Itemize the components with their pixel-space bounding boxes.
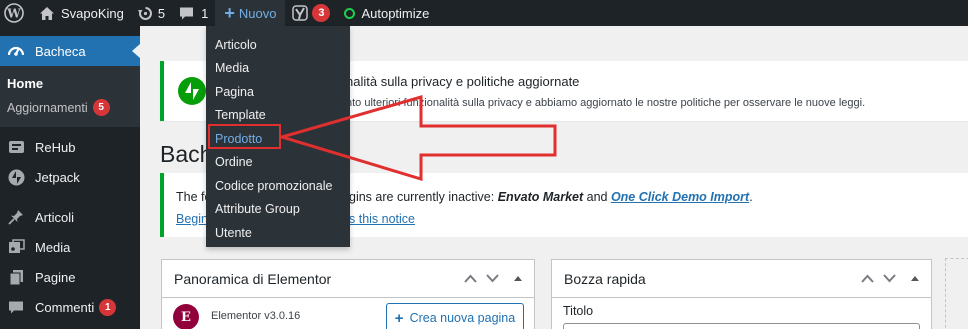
jetpack-logo-icon: [178, 77, 206, 105]
dashboard-icon: [6, 41, 26, 61]
submenu-updates[interactable]: Aggiornamenti 5: [0, 95, 140, 120]
updates-icon: [137, 6, 153, 21]
submenu-label: Aggiornamenti: [7, 100, 88, 115]
new-item-media[interactable]: Media: [206, 57, 350, 81]
toggle-panel-icon[interactable]: [514, 276, 522, 281]
comments-badge: 1: [99, 298, 117, 316]
dismiss-notice-link[interactable]: s this notice: [349, 212, 415, 226]
menu-item-label: Articolo: [215, 37, 257, 52]
admin-sidebar: Bacheca Home Aggiornamenti 5 ReHub Jetpa…: [0, 26, 140, 329]
new-content-label: Nuovo: [238, 5, 277, 21]
comments-count: 1: [201, 5, 209, 21]
site-name: SvapoKing: [61, 5, 124, 21]
jetpack-icon: [6, 167, 26, 187]
empty-drop-zone: [945, 258, 968, 329]
submenu-home[interactable]: Home: [0, 72, 140, 95]
title-input[interactable]: [563, 323, 920, 329]
new-item-articolo[interactable]: Articolo: [206, 33, 350, 57]
updates-badge: 5: [92, 99, 110, 116]
new-item-utente[interactable]: Utente: [206, 221, 350, 245]
move-down-icon[interactable]: [486, 274, 499, 283]
elementor-overview-box: Panoramica di Elementor E Elementor v3.0…: [161, 259, 535, 329]
updates-menu[interactable]: 5: [131, 0, 172, 26]
wordpress-logo-icon[interactable]: W: [0, 0, 32, 26]
sidebar-item-label: Pagine: [35, 269, 76, 285]
sidebar-item-articoli[interactable]: Articoli: [0, 202, 140, 232]
move-up-icon[interactable]: [861, 274, 874, 283]
media-icon: [6, 237, 26, 257]
menu-item-label: Media: [215, 61, 250, 76]
sidebar-item-label: ReHub: [35, 139, 76, 155]
autoptimize-label: Autoptimize: [361, 5, 430, 21]
postbox-title: Bozza rapida: [564, 270, 646, 287]
comment-icon: [179, 6, 194, 21]
sidebar-item-bacheca[interactable]: Bacheca: [0, 36, 140, 66]
updates-count: 5: [157, 5, 166, 21]
sidebar-item-jetpack[interactable]: Jetpack: [0, 162, 140, 192]
postbox-controls: [861, 274, 919, 283]
postbox-title: Panoramica di Elementor: [174, 270, 332, 287]
toggle-panel-icon[interactable]: [911, 276, 919, 281]
annotation-arrow-icon: [280, 95, 557, 182]
yoast-notification-badge: 3: [312, 4, 331, 22]
sidebar-item-media[interactable]: Media: [0, 232, 140, 262]
postbox-header: Bozza rapida: [552, 260, 931, 298]
svg-text:W: W: [6, 7, 21, 21]
highlight-box-prodotto: [208, 124, 281, 149]
pages-icon: [6, 267, 26, 287]
plus-icon: +: [394, 309, 404, 327]
menu-item-label: Pagina: [215, 84, 254, 99]
sidebar-item-label: Commenti: [35, 299, 95, 315]
site-name-menu[interactable]: SvapoKing: [32, 0, 131, 26]
sidebar-item-label: Bacheca: [35, 43, 86, 59]
plus-icon: +: [224, 3, 235, 23]
plugins-notice-dot: .: [749, 190, 753, 204]
elementor-version: Elementor v3.0.16: [211, 310, 301, 322]
sidebar-item-commenti[interactable]: Commenti 1: [0, 292, 140, 322]
submenu-label: Home: [7, 76, 44, 91]
menu-item-label: Utente: [215, 225, 252, 240]
dashboard-submenu: Home Aggiornamenti 5: [0, 66, 140, 127]
autoptimize-menu[interactable]: Autoptimize: [337, 0, 436, 26]
menu-item-label: Ordine: [215, 155, 253, 170]
comments-icon: [6, 297, 26, 317]
title-field-label: Titolo: [563, 304, 594, 318]
rehub-icon: [6, 137, 26, 157]
plugins-notice-and: and: [583, 190, 611, 204]
postbox-controls: [464, 274, 522, 283]
sidebar-item-rehub[interactable]: ReHub: [0, 132, 140, 162]
move-up-icon[interactable]: [464, 274, 477, 283]
new-content-menu[interactable]: + Nuovo: [215, 0, 286, 26]
sidebar-item-label: Jetpack: [35, 169, 80, 185]
status-circle-icon: [344, 7, 356, 19]
menu-item-label: Template: [215, 108, 266, 123]
begin-install-link[interactable]: Begin: [176, 212, 208, 226]
yoast-icon: [292, 5, 309, 21]
home-icon: [39, 6, 55, 21]
privacy-notice-title: nalità sulla privacy e politiche aggiorn…: [346, 74, 580, 89]
pushpin-icon: [6, 207, 26, 227]
yoast-menu[interactable]: 3: [285, 0, 337, 26]
create-page-label: Crea nuova pagina: [409, 311, 516, 325]
elementor-logo-icon: E: [173, 304, 199, 329]
quick-draft-box: Bozza rapida Titolo: [551, 259, 932, 329]
comments-menu[interactable]: 1: [172, 0, 215, 26]
postbox-header: Panoramica di Elementor: [162, 260, 534, 298]
sidebar-item-label: Articoli: [35, 209, 75, 225]
plugin-link-demo-import[interactable]: One Click Demo Import: [611, 190, 749, 204]
sidebar-item-label: Media: [35, 239, 71, 255]
sidebar-item-pagine[interactable]: Pagine: [0, 262, 140, 292]
admin-bar: W SvapoKing 5 1 + Nuovo 3 Autoptimize: [0, 0, 968, 26]
move-down-icon[interactable]: [883, 274, 896, 283]
create-page-button[interactable]: + Crea nuova pagina: [386, 303, 524, 329]
